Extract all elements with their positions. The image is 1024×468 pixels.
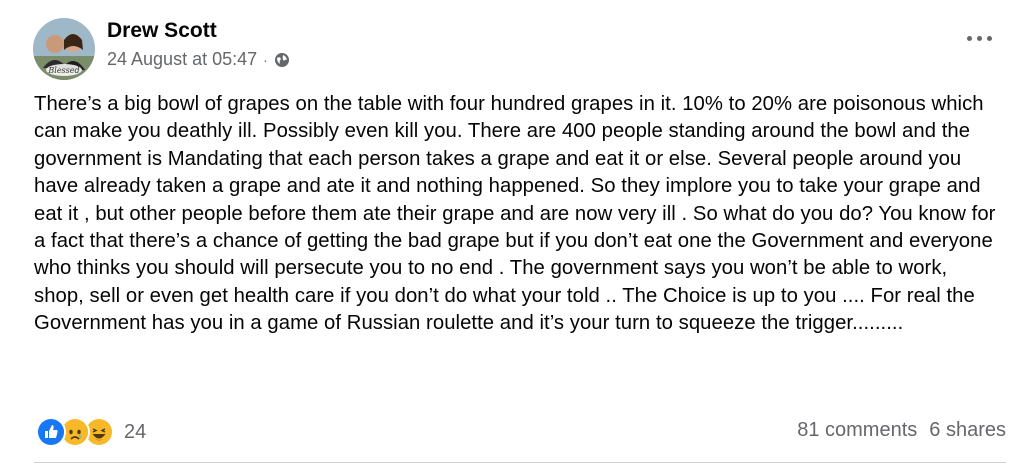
facebook-post: Blessed Drew Scott 24 August at 05:47 · … xyxy=(0,0,1024,468)
post-body: There’s a big bowl of grapes on the tabl… xyxy=(34,93,996,335)
comments-count-link[interactable]: 81 comments xyxy=(797,419,917,442)
more-dot xyxy=(987,36,992,41)
post-timestamp[interactable]: 24 August at 05:47 xyxy=(107,49,257,70)
engagement-stats: 81 comments 6 shares xyxy=(797,419,1006,442)
reaction-count: 24 xyxy=(124,420,147,443)
post-meta: 24 August at 05:47 · xyxy=(107,49,290,70)
like-icon xyxy=(36,417,66,447)
more-dot xyxy=(967,36,972,41)
more-dot xyxy=(977,36,982,41)
author-avatar[interactable]: Blessed xyxy=(33,18,95,80)
globe-icon[interactable] xyxy=(274,52,290,68)
more-options-button[interactable] xyxy=(967,36,992,41)
reactions-summary[interactable]: 24 xyxy=(36,417,146,447)
author-name[interactable]: Drew Scott xyxy=(107,19,217,43)
meta-separator: · xyxy=(263,51,268,68)
svg-text:Blessed: Blessed xyxy=(47,66,79,75)
action-divider xyxy=(34,462,1006,463)
shares-count-link[interactable]: 6 shares xyxy=(929,419,1006,442)
